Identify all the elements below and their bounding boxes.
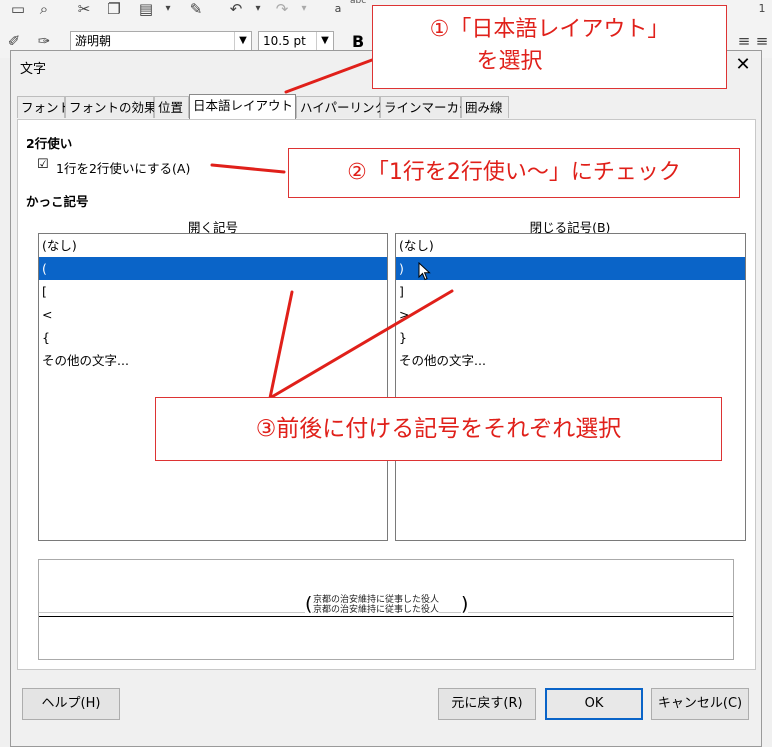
- annotation-arrows: [210, 58, 454, 400]
- step1-line1: ①「日本語レイアウト」: [429, 17, 670, 42]
- step2-pointer-line: [210, 163, 286, 174]
- step1-callout: ①「日本語レイアウト」 を選択: [372, 5, 727, 89]
- step2-callout: ②「1行を2行使い～」にチェック: [288, 148, 740, 198]
- step1-pointer-line: [284, 58, 374, 94]
- step3-pointer-line-left: [268, 290, 294, 400]
- step3-callout: ③前後に付ける記号をそれぞれ選択: [155, 397, 722, 461]
- step1-line2: を選択: [476, 49, 543, 74]
- step3-pointer-line-right: [268, 289, 454, 400]
